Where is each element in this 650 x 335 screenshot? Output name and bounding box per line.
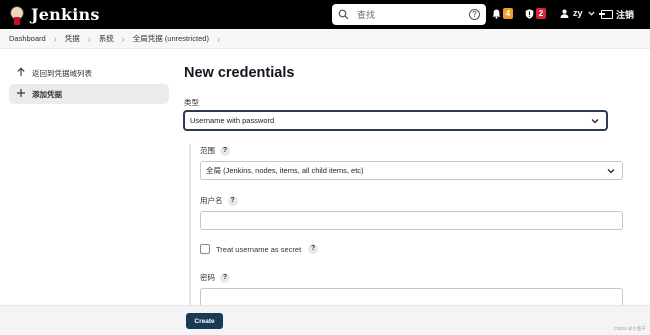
breadcrumb-separator-icon: › — [53, 33, 57, 44]
sidebar-item-add-credentials[interactable]: 添加凭据 — [9, 84, 169, 104]
logout-label: 注销 — [616, 10, 635, 20]
sidebar-item-back-to-domains[interactable]: 返回到凭据域列表 — [9, 63, 169, 83]
breadcrumb-global-credentials[interactable]: 全局凭据 (unrestricted) — [133, 33, 209, 44]
search-icon — [338, 9, 349, 20]
bell-icon — [492, 9, 501, 19]
chevron-down-icon — [607, 169, 615, 174]
chevron-down-icon — [591, 119, 599, 124]
breadcrumb: Dashboard › 凭据 › 系统 › 全局凭据 (unrestricted… — [0, 29, 650, 49]
user-name: zy — [573, 8, 583, 18]
breadcrumb-dashboard[interactable]: Dashboard — [9, 34, 46, 43]
search-box[interactable]: 查找 ? — [332, 4, 486, 25]
kind-select-value: Username with password — [190, 116, 275, 125]
sidebar: 返回到凭据域列表 添加凭据 — [9, 63, 169, 105]
breadcrumb-system[interactable]: 系统 — [99, 33, 114, 44]
nested-section-bar — [189, 144, 191, 309]
username-label: 用户名 ? — [200, 195, 238, 206]
search-input[interactable]: 查找 — [357, 8, 469, 21]
scope-select-value: 全局 (Jenkins, nodes, items, all child ite… — [206, 166, 364, 175]
scope-help-icon[interactable]: ? — [220, 145, 230, 156]
logout-icon — [599, 10, 613, 19]
search-help-icon[interactable]: ? — [469, 9, 480, 20]
notifications-count-badge: 4 — [503, 8, 513, 19]
breadcrumb-credentials[interactable]: 凭据 — [65, 33, 80, 44]
breadcrumb-separator-icon: › — [121, 33, 125, 44]
arrow-up-icon — [16, 67, 26, 79]
jenkins-home-link[interactable]: Jenkins — [8, 5, 100, 25]
password-label: 密码 ? — [200, 272, 230, 283]
chevron-down-icon — [587, 11, 595, 16]
logout-button[interactable]: 注销 — [599, 8, 635, 21]
security-button[interactable]: 2 — [525, 8, 546, 19]
sidebar-item-label: 返回到凭据域列表 — [32, 68, 92, 78]
shield-icon — [525, 8, 534, 19]
scope-select[interactable]: 全局 (Jenkins, nodes, items, all child ite… — [200, 161, 623, 180]
scope-label: 范围 ? — [200, 145, 230, 156]
kind-label: 类型 — [184, 98, 199, 107]
treat-secret-help-icon[interactable]: ? — [308, 244, 319, 254]
user-icon — [560, 9, 569, 18]
breadcrumb-separator-icon: › — [216, 33, 220, 44]
jenkins-logo-icon — [8, 5, 26, 25]
brand-name: Jenkins — [31, 5, 100, 24]
notifications-button[interactable]: 4 — [492, 8, 513, 19]
bottom-app-bar — [0, 305, 650, 335]
treat-username-secret-checkbox[interactable] — [200, 244, 210, 254]
plus-icon — [16, 88, 26, 100]
watermark: CSDN @小鱼干 — [613, 326, 646, 331]
breadcrumb-separator-icon: › — [87, 33, 91, 44]
treat-username-secret-label: Treat username as secret ? — [216, 244, 319, 254]
top-bar: Jenkins 查找 ? 4 2 zy 注销 — [0, 0, 650, 29]
kind-select[interactable]: Username with password — [184, 111, 607, 130]
security-count-badge: 2 — [536, 8, 546, 19]
sidebar-item-label: 添加凭据 — [32, 89, 62, 99]
create-button[interactable]: Create — [186, 313, 223, 329]
user-menu[interactable]: zy — [560, 8, 595, 18]
username-field[interactable] — [200, 211, 623, 230]
password-help-icon[interactable]: ? — [220, 272, 230, 283]
username-help-icon[interactable]: ? — [227, 195, 238, 206]
page-title: New credentials — [184, 65, 295, 81]
